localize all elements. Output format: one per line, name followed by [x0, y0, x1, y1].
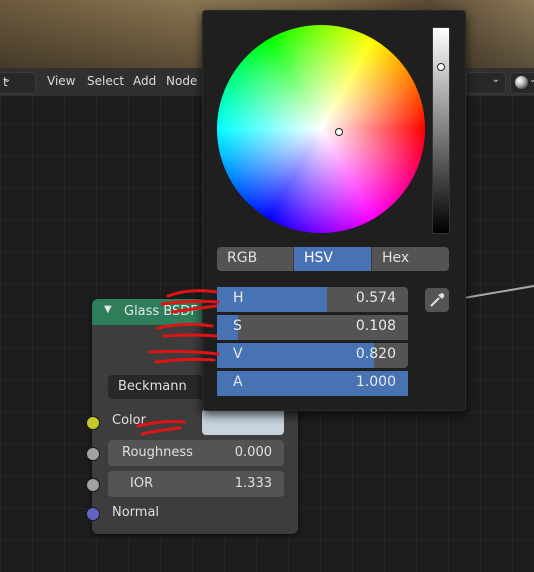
roughness-label: Roughness	[122, 445, 193, 460]
slider-value: 0.108	[355, 318, 396, 334]
eyedropper-icon	[430, 293, 445, 307]
color-input-label: Color	[112, 413, 146, 428]
roughness-socket[interactable]	[86, 447, 100, 461]
tab-rgb-label: RGB	[227, 250, 258, 266]
tab-hsv[interactable]: HSV	[294, 247, 372, 271]
chevron-down-icon: ⌄	[491, 74, 500, 85]
distribution-label: Beckmann	[118, 379, 187, 394]
roughness-value: 0.000	[234, 445, 272, 460]
slider-value: 1.000	[355, 374, 396, 390]
color-picker-popup: RGB HSV Hex H 0.574 S 0.108 V 0.820 A 1.…	[202, 10, 466, 411]
saturation-slider[interactable]: S 0.108	[217, 315, 408, 340]
collapse-triangle-icon[interactable]: ▼	[104, 304, 112, 315]
slider-value: 0.574	[355, 290, 396, 306]
hue-saturation-wheel[interactable]	[217, 25, 425, 233]
tab-rgb[interactable]: RGB	[217, 247, 294, 271]
slider-label: S	[233, 318, 242, 334]
slider-label: H	[233, 290, 244, 306]
slider-label: V	[233, 346, 243, 362]
header-right-dropdown[interactable]: ⌄	[466, 72, 506, 94]
tab-hex[interactable]: Hex	[372, 247, 449, 271]
node-title: Glass BSDF	[124, 304, 198, 319]
chevron-down-icon: ⌄	[529, 75, 534, 85]
tab-hex-label: Hex	[382, 250, 410, 266]
ior-label: IOR	[130, 476, 154, 491]
normal-socket[interactable]	[86, 507, 100, 521]
value-bar[interactable]	[432, 27, 450, 234]
menu-select[interactable]: Select	[87, 74, 124, 88]
ior-value: 1.333	[234, 476, 272, 491]
color-socket[interactable]	[86, 416, 100, 430]
material-preview-icon	[515, 76, 528, 89]
tab-hsv-label: HSV	[304, 250, 333, 266]
slider-label: A	[233, 374, 243, 390]
roughness-field[interactable]: Roughness 0.000	[108, 440, 284, 466]
slider-value: 0.820	[355, 346, 396, 362]
editor-type-dropdown[interactable]: t ⌄	[0, 72, 36, 94]
color-swatch[interactable]	[202, 409, 284, 435]
menu-view[interactable]: View	[47, 74, 75, 88]
shading-button[interactable]: ⌄	[510, 72, 534, 94]
value-bar-cursor[interactable]	[437, 63, 445, 72]
wheel-cursor[interactable]	[335, 128, 343, 136]
color-mode-tabs: RGB HSV Hex	[217, 247, 449, 271]
hue-slider[interactable]: H 0.574	[217, 287, 408, 312]
menu-add[interactable]: Add	[133, 74, 156, 88]
chevron-down-icon: ⌄	[3, 74, 12, 85]
eyedropper-button[interactable]	[425, 288, 449, 312]
ior-socket[interactable]	[86, 478, 100, 492]
alpha-slider[interactable]: A 1.000	[217, 371, 408, 396]
normal-input-label: Normal	[112, 505, 160, 520]
ior-field[interactable]: IOR 1.333	[108, 471, 284, 497]
menu-node[interactable]: Node	[166, 74, 197, 88]
value-slider[interactable]: V 0.820	[217, 343, 408, 368]
